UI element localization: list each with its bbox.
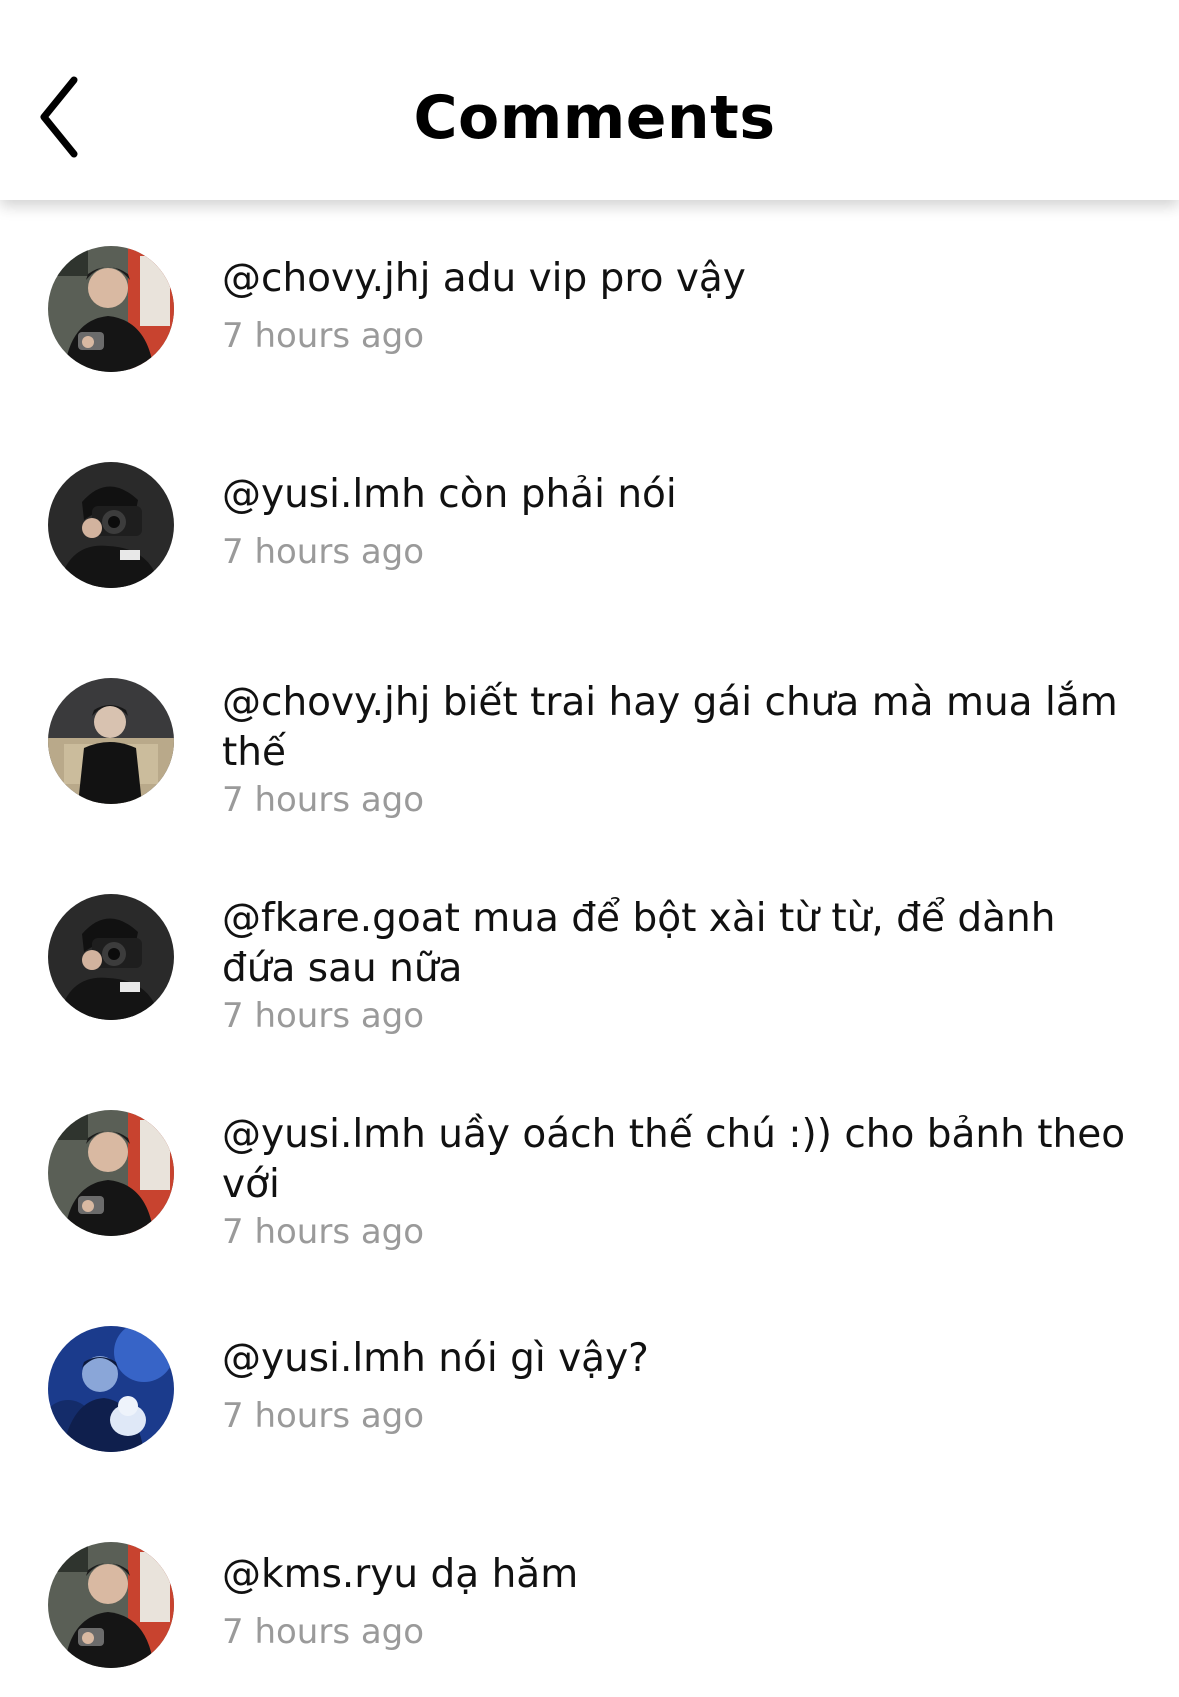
avatar[interactable] [48, 678, 174, 804]
comment-timestamp: 7 hours ago [222, 996, 425, 1036]
comment-timestamp: 7 hours ago [222, 780, 425, 820]
comment-text: @yusi.lmh còn phải nói [222, 472, 677, 517]
header-bar: Comments [0, 0, 1179, 200]
comment-text: @kms.ryu dạ hăm [222, 1552, 579, 1597]
avatar[interactable] [48, 1326, 174, 1452]
comment-text: @yusi.lmh uầy oách thế chú :)) cho bảnh … [222, 1112, 1126, 1207]
avatar[interactable] [48, 894, 174, 1020]
comment-text: @chovy.jhj biết trai hay gái chưa mà mua… [222, 680, 1118, 775]
avatar[interactable] [48, 246, 174, 372]
comment-timestamp: 7 hours ago [222, 1612, 425, 1652]
comment-timestamp: 7 hours ago [222, 532, 425, 572]
comment-text: @yusi.lmh nói gì vậy? [222, 1336, 649, 1381]
comment-text: @fkare.goat mua để bột xài từ từ, để dàn… [222, 896, 1056, 991]
comment-timestamp: 7 hours ago [222, 1396, 425, 1436]
comment-timestamp: 7 hours ago [222, 1212, 425, 1252]
comment-text: @chovy.jhj adu vip pro vậy [222, 256, 746, 301]
avatar[interactable] [48, 1110, 174, 1236]
page-title: Comments [413, 83, 776, 153]
comment-timestamp: 7 hours ago [222, 316, 425, 356]
avatar[interactable] [48, 462, 174, 588]
avatar[interactable] [48, 1542, 174, 1668]
